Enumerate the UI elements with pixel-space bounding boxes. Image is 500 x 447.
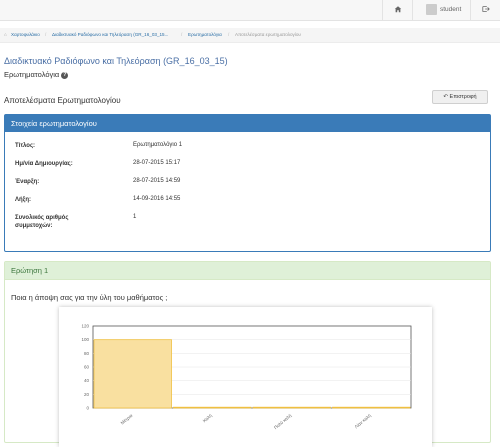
breadcrumb-course[interactable]: Διαδικτυακό Ραδιόφωνο και Τηλεόραση (GR_… <box>52 32 168 37</box>
page-subtitle: Ερωτηματολόγια? <box>4 70 69 79</box>
info-value: 1 <box>133 214 137 220</box>
x-tick-label: Πολύ καλή <box>272 412 292 430</box>
info-value: Ερωτηματολόγιο 1 <box>133 142 183 148</box>
logout-icon[interactable] <box>482 0 490 20</box>
breadcrumb: ⌂ Χαρτοφυλάκιο / Διαδικτυακό Ραδιόφωνο κ… <box>0 28 500 43</box>
y-tick-label: 20 <box>84 392 90 397</box>
top-navbar: student <box>0 0 500 21</box>
chart-bar <box>252 406 331 409</box>
breadcrumb-separator: / <box>228 32 230 37</box>
x-tick-label: Λίαν καλή <box>353 412 372 430</box>
chart-bar <box>332 406 411 409</box>
y-tick-label: 100 <box>81 337 89 342</box>
y-tick-label: 80 <box>84 351 90 356</box>
breadcrumb-separator: / <box>45 32 47 37</box>
page-subtitle-text: Ερωτηματολόγια <box>4 70 60 79</box>
breadcrumb-portfolio[interactable]: Χαρτοφυλάκιο <box>11 32 40 37</box>
info-label: Έναρξη: <box>15 179 40 185</box>
info-label: Τίτλος: <box>15 143 36 149</box>
info-value: 14-09-2016 14:55 <box>133 196 181 202</box>
navbar-divider <box>382 0 383 20</box>
info-value: 28-07-2015 15:17 <box>133 160 181 166</box>
x-tick-label: Καλή <box>201 412 213 424</box>
breadcrumb-results: Αποτελέσματα ερωτηματολογίου <box>235 32 301 37</box>
navbar-divider <box>470 0 471 20</box>
avatar[interactable] <box>426 4 437 15</box>
questionnaire-info-panel: Στοιχεία ερωτηματολογίου Τίτλος: Ερωτημα… <box>4 114 491 252</box>
back-button-label: Επιστροφή <box>449 94 477 100</box>
chart-bar <box>93 339 172 409</box>
course-title: Διαδικτυακό Ραδιόφωνο και Τηλεόραση (GR_… <box>4 56 228 66</box>
y-tick-label: 40 <box>84 378 90 383</box>
help-icon[interactable]: ? <box>61 71 69 79</box>
info-value: 28-07-2015 14:59 <box>133 178 181 184</box>
y-tick-label: 0 <box>86 406 89 411</box>
y-tick-label: 60 <box>84 365 90 370</box>
back-arrow-icon: ↶ <box>443 94 448 100</box>
question-panel: Ερώτηση 1 Ποια η άποψη σας για την ύλη τ… <box>4 261 491 447</box>
info-label: Συνολικός αριθμός συμμετοχών: <box>15 215 69 229</box>
breadcrumb-questionnaires[interactable]: Ερωτηματολόγια <box>188 32 222 37</box>
info-label: Λήξη: <box>15 197 32 203</box>
answer-bar-chart: 0 20 40 60 80 100 120 Μέτρια Καλή Πολύ καλή Λίαν κ… <box>81 324 412 430</box>
info-label: Ημ/νία Δημιουργίας: <box>15 161 73 167</box>
question-title: Ερώτηση 1 <box>5 262 490 280</box>
results-heading: Αποτελέσματα Ερωτηματολογίου <box>4 96 121 105</box>
home-icon[interactable] <box>394 0 402 20</box>
question-text: Ποια η άποψη σας για την ύλη του μαθήματ… <box>11 293 168 302</box>
back-button[interactable]: ↶ Επιστροφή <box>432 90 488 104</box>
chart-card: 0 20 40 60 80 100 120 Μέτρια Καλή Πολύ καλή Λίαν κ… <box>59 307 432 447</box>
breadcrumb-separator: / <box>181 32 183 37</box>
info-panel-title: Στοιχεία ερωτηματολογίου <box>5 115 490 132</box>
y-tick-label: 120 <box>81 324 89 329</box>
chart-bar <box>173 406 252 409</box>
user-name[interactable]: student <box>440 0 461 20</box>
home-small-icon: ⌂ <box>4 32 7 37</box>
navbar-divider <box>412 0 413 20</box>
x-tick-label: Μέτρια <box>119 412 134 426</box>
